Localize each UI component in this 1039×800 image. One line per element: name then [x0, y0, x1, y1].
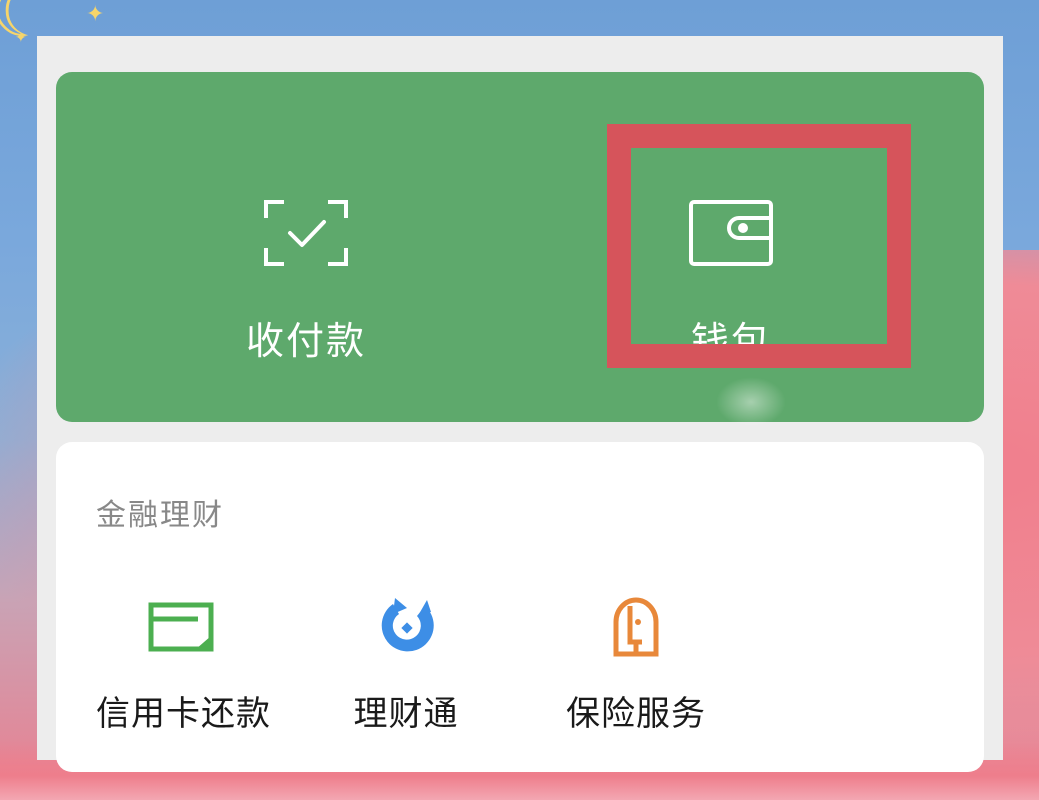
smudge-decoration — [716, 377, 786, 427]
wechat-pay-services-card: 收付款 钱包 金融理财 信用卡还款 理财通 保险服务 — [37, 36, 1003, 772]
scan-check-icon — [264, 200, 348, 266]
credit-card-repay-label: 信用卡还款 — [96, 694, 271, 734]
licaitong-label: 理财通 — [353, 694, 459, 734]
insurance-services-button[interactable]: 保险服务 — [566, 592, 706, 735]
pay-receive-button[interactable]: 收付款 — [176, 72, 436, 422]
finance-section: 金融理财 信用卡还款 理财通 保险服务 — [56, 442, 984, 772]
licaitong-button[interactable]: 理财通 — [346, 592, 466, 735]
insurance-icon — [613, 597, 659, 657]
licaitong-icon — [381, 598, 434, 652]
highlight-box — [607, 124, 911, 368]
credit-card-repay-button[interactable]: 信用卡还款 — [96, 592, 271, 735]
star-decoration-icon: ✦ — [15, 30, 27, 46]
section-title: 金融理财 — [96, 498, 224, 533]
pay-receive-label: 收付款 — [245, 319, 366, 363]
insurance-services-label: 保险服务 — [566, 694, 706, 734]
credit-card-icon — [148, 602, 214, 652]
star-decoration-icon: ✦ — [86, 2, 105, 27]
